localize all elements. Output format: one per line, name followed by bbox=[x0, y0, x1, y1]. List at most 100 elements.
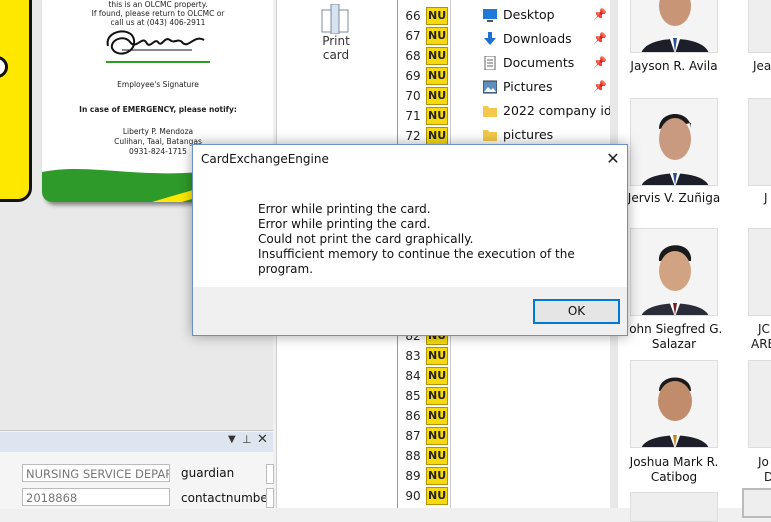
record-cell[interactable]: NU bbox=[426, 127, 448, 145]
pin-icon[interactable]: 📌 bbox=[593, 56, 607, 69]
list-item[interactable]: 87 NU bbox=[398, 426, 450, 446]
person-name-partial: D bbox=[764, 470, 771, 484]
record-cell[interactable]: NU bbox=[426, 87, 448, 105]
row-number: 71 bbox=[405, 109, 421, 123]
nav-item-downloads[interactable]: Downloads 📌 bbox=[451, 27, 610, 51]
record-cell[interactable]: NU bbox=[426, 467, 448, 485]
nav-item-desktop[interactable]: Desktop 📌 bbox=[451, 3, 610, 27]
row-number: 67 bbox=[405, 29, 421, 43]
person-photo bbox=[631, 229, 717, 315]
row-number: 70 bbox=[405, 89, 421, 103]
person-name-partial: Jo bbox=[758, 455, 769, 469]
list-item[interactable]: 70 NU bbox=[398, 86, 450, 106]
list-item[interactable]: 72 NU bbox=[398, 126, 450, 146]
photo-thumbnail[interactable] bbox=[630, 0, 718, 53]
department-field[interactable]: NURSING SERVICE DEPARTMENT bbox=[22, 464, 170, 482]
photo-thumbnail-partial[interactable] bbox=[742, 488, 771, 518]
print-card-label-line1: Print bbox=[322, 34, 350, 48]
return-notice-line: If found, please return to OLCMC or bbox=[91, 9, 225, 18]
person-name: John Siegfred G. bbox=[625, 322, 723, 336]
guardian-field-edge[interactable] bbox=[266, 464, 274, 484]
person-name: Joshua Mark R. bbox=[629, 455, 719, 469]
row-number: 83 bbox=[405, 349, 421, 363]
pin-icon[interactable]: 📌 bbox=[593, 32, 607, 45]
list-item[interactable]: 90 NU bbox=[398, 486, 450, 506]
pictures-icon bbox=[483, 80, 497, 94]
photo-thumbnail-partial[interactable] bbox=[748, 228, 771, 316]
pin-icon[interactable]: 📌 bbox=[593, 80, 607, 93]
person-name: Jayson R. Avila bbox=[630, 59, 718, 73]
dialog-message: Error while printing the card. Error whi… bbox=[258, 202, 627, 277]
record-cell[interactable]: NU bbox=[426, 487, 448, 505]
nav-item-label: Documents bbox=[503, 55, 575, 70]
nav-item-label: Downloads bbox=[503, 31, 572, 46]
list-item[interactable]: 71 NU bbox=[398, 106, 450, 126]
dropdown-arrow-icon[interactable]: ▼ bbox=[228, 434, 236, 445]
photo-thumbnail[interactable] bbox=[630, 228, 718, 316]
record-cell[interactable]: NU bbox=[426, 427, 448, 445]
photo-thumbnail-partial[interactable] bbox=[748, 360, 771, 448]
row-number: 84 bbox=[405, 369, 421, 383]
pin-icon[interactable]: ⊥ bbox=[242, 433, 252, 446]
dialog-title: CardExchangeEngine bbox=[201, 152, 329, 166]
nav-item-pictures[interactable]: Pictures 📌 bbox=[451, 75, 610, 99]
row-number: 68 bbox=[405, 49, 421, 63]
nav-item-label: Pictures bbox=[503, 79, 553, 94]
list-item[interactable]: 86 NU bbox=[398, 406, 450, 426]
close-icon[interactable]: ✕ bbox=[257, 432, 268, 447]
record-cell[interactable]: NU bbox=[426, 107, 448, 125]
guardian-label: guardian bbox=[181, 466, 235, 480]
error-dialog: CardExchangeEngine ✕ Error while printin… bbox=[192, 144, 628, 336]
person-name-line2: Salazar bbox=[651, 337, 697, 351]
row-number: 89 bbox=[405, 469, 421, 483]
photo-thumbnail[interactable] bbox=[630, 492, 718, 522]
record-cell[interactable]: NU bbox=[426, 367, 448, 385]
list-item[interactable]: 69 NU bbox=[398, 66, 450, 86]
nav-item-company-id-folder[interactable]: 2022 company id da bbox=[451, 99, 631, 123]
photo-thumbnail[interactable] bbox=[630, 98, 718, 186]
photo-thumbnail-partial[interactable] bbox=[748, 98, 771, 186]
list-item[interactable]: 85 NU bbox=[398, 386, 450, 406]
ok-button[interactable]: OK bbox=[533, 299, 620, 324]
list-item[interactable]: 68 NU bbox=[398, 46, 450, 66]
card-front-preview bbox=[0, 0, 32, 202]
person-name: Jervis V. Zuñiga bbox=[627, 191, 721, 205]
pin-icon[interactable]: 📌 bbox=[593, 8, 607, 21]
person-name-partial: JC bbox=[758, 322, 770, 336]
emergency-contact-line: Liberty P. Mendoza bbox=[122, 127, 194, 136]
record-cell[interactable]: NU bbox=[426, 447, 448, 465]
list-item[interactable]: 83 NU bbox=[398, 346, 450, 366]
list-item[interactable]: 66 NU bbox=[398, 6, 450, 26]
record-cell[interactable]: NU bbox=[426, 387, 448, 405]
list-item[interactable]: 84 NU bbox=[398, 366, 450, 386]
record-cell[interactable]: NU bbox=[426, 7, 448, 25]
row-number: 85 bbox=[405, 389, 421, 403]
record-cell[interactable]: NU bbox=[426, 407, 448, 425]
nav-item-documents[interactable]: Documents 📌 bbox=[451, 51, 610, 75]
properties-pane-header: ▼ ⊥ ✕ bbox=[0, 432, 273, 452]
print-card-label-line2: card bbox=[322, 48, 350, 62]
print-card-button[interactable] bbox=[319, 3, 353, 35]
signature-caption: Employee's Signature bbox=[117, 80, 199, 89]
row-number: 87 bbox=[405, 429, 421, 443]
close-icon[interactable]: ✕ bbox=[603, 149, 623, 169]
record-cell[interactable]: NU bbox=[426, 67, 448, 85]
contactnumber-field-edge[interactable] bbox=[266, 488, 274, 508]
list-item[interactable]: 67 NU bbox=[398, 26, 450, 46]
folder-icon bbox=[483, 106, 497, 117]
return-notice-line: this is an OLCMC property. bbox=[108, 0, 208, 9]
record-cell[interactable]: NU bbox=[426, 347, 448, 365]
print-card-label[interactable]: Print card bbox=[315, 34, 357, 62]
error-message-line: Insufficient memory to continue the exec… bbox=[258, 247, 575, 276]
list-item[interactable]: 88 NU bbox=[398, 446, 450, 466]
record-cell[interactable]: NU bbox=[426, 27, 448, 45]
record-cell[interactable]: NU bbox=[426, 47, 448, 65]
row-number: 72 bbox=[405, 129, 421, 143]
photo-thumbnail-partial[interactable] bbox=[748, 0, 771, 53]
row-number: 86 bbox=[405, 409, 421, 423]
photo-thumbnail[interactable] bbox=[630, 360, 718, 448]
person-name-partial: Jea bbox=[753, 59, 771, 73]
id-number-field[interactable]: 2018868 bbox=[22, 488, 170, 506]
list-item[interactable]: 89 NU bbox=[398, 466, 450, 486]
error-message-line: Error while printing the card. bbox=[258, 202, 431, 216]
